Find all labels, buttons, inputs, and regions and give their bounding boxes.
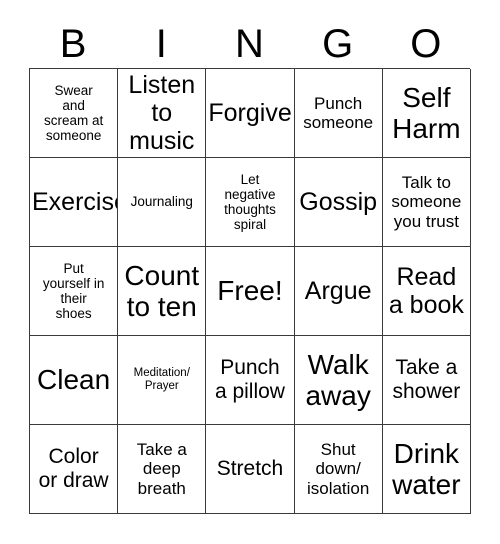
bingo-cell[interactable]: Self Harm xyxy=(382,69,471,158)
bingo-cell-label: Listen to music xyxy=(128,71,196,155)
bingo-cell-label: Let negative thoughts spiral xyxy=(224,171,276,233)
bingo-cell[interactable]: Shut down/ isolation xyxy=(294,425,383,514)
bingo-header-cell-i: I xyxy=(117,10,205,68)
bingo-header-cell-n: N xyxy=(205,10,293,68)
bingo-cell[interactable]: Take a deep breath xyxy=(118,425,207,514)
bingo-cell-label: Take a shower xyxy=(392,356,461,403)
bingo-header-letter: G xyxy=(322,22,354,66)
bingo-cell-label: Talk to someone you trust xyxy=(391,173,462,231)
bingo-cell[interactable]: Read a book xyxy=(382,247,471,336)
bingo-cell[interactable]: Clean xyxy=(30,336,119,425)
bingo-cell[interactable]: Let negative thoughts spiral xyxy=(206,158,295,247)
bingo-cell-label: Stretch xyxy=(216,457,284,481)
bingo-cell-label: Put yourself in their shoes xyxy=(42,260,105,322)
bingo-cell[interactable]: Exercise xyxy=(30,158,119,247)
bingo-cell[interactable]: Journaling xyxy=(118,158,207,247)
bingo-cell[interactable]: Walk away xyxy=(294,336,383,425)
bingo-row: Color or draw Take a deep breath Stretch… xyxy=(30,425,471,514)
bingo-grid: Swear and scream at someone Listen to mu… xyxy=(29,68,471,514)
bingo-cell[interactable]: Drink water xyxy=(382,425,471,514)
bingo-cell-label: Clean xyxy=(37,364,111,396)
bingo-cell-label: Self Harm xyxy=(392,81,461,144)
bingo-cell[interactable]: Put yourself in their shoes xyxy=(30,247,119,336)
bingo-cell-label: Swear and scream at someone xyxy=(43,82,104,144)
bingo-header-letter: N xyxy=(235,22,264,66)
bingo-row: Clean Meditation/ Prayer Punch a pillow … xyxy=(30,336,471,425)
bingo-cell-label: Free! xyxy=(217,275,283,307)
bingo-cell-label: Walk away xyxy=(305,348,371,411)
bingo-cell-label: Shut down/ isolation xyxy=(306,440,370,498)
bingo-header-row: B I N G O xyxy=(29,10,470,68)
bingo-cell[interactable]: Take a shower xyxy=(382,336,471,425)
bingo-cell-free[interactable]: Free! xyxy=(206,247,295,336)
bingo-header-cell-g: G xyxy=(294,10,382,68)
bingo-header-cell-b: B xyxy=(29,10,117,68)
bingo-cell-label: Exercise xyxy=(32,188,117,216)
bingo-cell-label: Count to ten xyxy=(124,259,200,322)
bingo-row: Put yourself in their shoes Count to ten… xyxy=(30,247,471,336)
bingo-cell[interactable]: Punch a pillow xyxy=(206,336,295,425)
bingo-cell[interactable]: Meditation/ Prayer xyxy=(118,336,207,425)
bingo-cell[interactable]: Forgive xyxy=(206,69,295,158)
bingo-cell-label: Color or draw xyxy=(38,445,109,492)
bingo-cell[interactable]: Listen to music xyxy=(118,69,207,158)
bingo-cell[interactable]: Swear and scream at someone xyxy=(30,69,119,158)
bingo-cell[interactable]: Stretch xyxy=(206,425,295,514)
bingo-cell-label: Gossip xyxy=(299,188,378,216)
bingo-header-letter: O xyxy=(410,22,442,66)
bingo-cell-label: Drink water xyxy=(392,437,461,500)
bingo-row: Swear and scream at someone Listen to mu… xyxy=(30,69,471,158)
bingo-cell-label: Punch a pillow xyxy=(214,356,285,403)
bingo-cell-label: Punch someone xyxy=(303,93,374,132)
bingo-header-cell-o: O xyxy=(382,10,470,68)
bingo-row: Exercise Journaling Let negative thought… xyxy=(30,158,471,247)
bingo-cell[interactable]: Argue xyxy=(294,247,383,336)
bingo-header-letter: B xyxy=(59,22,87,66)
bingo-cell[interactable]: Count to ten xyxy=(118,247,207,336)
bingo-cell-label: Forgive xyxy=(208,99,292,127)
bingo-cell-label: Journaling xyxy=(130,194,193,210)
bingo-cell-label: Take a deep breath xyxy=(136,440,187,498)
bingo-cell-label: Read a book xyxy=(388,263,464,319)
bingo-cell-label: Argue xyxy=(304,277,372,305)
bingo-header-letter: I xyxy=(155,22,167,66)
bingo-card: B I N G O Swear and scream at someone Li… xyxy=(29,10,471,514)
bingo-cell[interactable]: Gossip xyxy=(294,158,383,247)
bingo-cell[interactable]: Talk to someone you trust xyxy=(382,158,471,247)
bingo-cell-label: Meditation/ Prayer xyxy=(133,367,190,392)
bingo-cell[interactable]: Punch someone xyxy=(294,69,383,158)
bingo-cell[interactable]: Color or draw xyxy=(30,425,119,514)
